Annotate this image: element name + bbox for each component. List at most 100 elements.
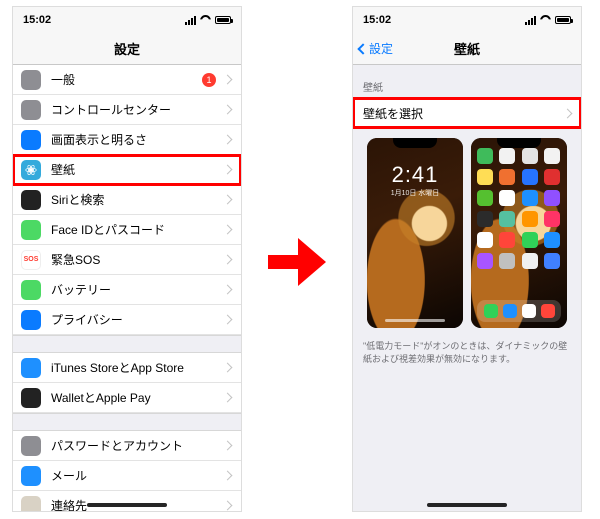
- battery-icon: [215, 16, 231, 24]
- status-indicators: [185, 15, 231, 26]
- settings-row-face[interactable]: Face IDとパスコード: [13, 215, 241, 245]
- phone-settings: 15:02 設定 一般1 コントロールセンター画面表示と明るさ壁紙 Siriと検索 F…: [12, 6, 242, 512]
- settings-row-wallet[interactable]: WalletとApple Pay: [13, 383, 241, 413]
- siri-icon: [21, 190, 41, 210]
- back-label: 設定: [369, 40, 393, 57]
- app-icon: [477, 169, 493, 185]
- signal-icon: [525, 16, 536, 25]
- group-separator: [13, 335, 241, 353]
- settings-row-pass[interactable]: パスワードとアカウント: [13, 431, 241, 461]
- app-icon: [477, 232, 493, 248]
- contacts-icon: [21, 496, 41, 513]
- chevron-right-icon: [223, 225, 233, 235]
- home-indicator: [427, 503, 507, 507]
- app-icon: [544, 211, 560, 227]
- app-icon: [522, 148, 538, 164]
- app-icon: [544, 148, 560, 164]
- dock-app-icon: [484, 304, 498, 318]
- settings-row-appstore[interactable]: iTunes StoreとApp Store: [13, 353, 241, 383]
- settings-row-label: WalletとApple Pay: [51, 389, 224, 406]
- wifi-icon: [540, 15, 551, 26]
- settings-row-label: 壁紙: [51, 161, 224, 178]
- section-header: 壁紙: [353, 65, 581, 98]
- app-icon: [499, 211, 515, 227]
- choose-wallpaper-row[interactable]: 壁紙を選択: [353, 98, 581, 128]
- settings-row-label: Face IDとパスコード: [51, 221, 224, 238]
- chevron-right-icon: [223, 315, 233, 325]
- settings-row-cc[interactable]: コントロールセンター: [13, 95, 241, 125]
- settings-row-label: プライバシー: [51, 311, 224, 328]
- settings-row-priv[interactable]: プライバシー: [13, 305, 241, 335]
- chevron-right-icon: [223, 471, 233, 481]
- sos-icon: SOS: [21, 250, 41, 270]
- dock: [477, 300, 561, 322]
- app-icon: [544, 169, 560, 185]
- wallet-icon: [21, 388, 41, 408]
- app-icon: [522, 211, 538, 227]
- chevron-right-icon: [223, 393, 233, 403]
- lock-clock: 2:41 1月10日 水曜日: [367, 162, 463, 198]
- group-separator: [13, 413, 241, 431]
- settings-row-general[interactable]: 一般1: [13, 65, 241, 95]
- appstore-icon: [21, 358, 41, 378]
- pass-icon: [21, 436, 41, 456]
- status-indicators: [525, 15, 571, 26]
- settings-list-group-2: iTunes StoreとApp Store WalletとApple Pay: [13, 353, 241, 413]
- chevron-right-icon: [223, 363, 233, 373]
- dock-app-icon: [503, 304, 517, 318]
- signal-icon: [185, 16, 196, 25]
- dock-app-icon: [522, 304, 536, 318]
- back-button[interactable]: 設定: [359, 40, 393, 57]
- settings-row-label: メール: [51, 467, 224, 484]
- general-icon: [21, 70, 41, 90]
- settings-list-group-1: 一般1 コントロールセンター画面表示と明るさ壁紙 Siriと検索 Face IDとパス…: [13, 65, 241, 335]
- app-icon: [522, 232, 538, 248]
- settings-row-display[interactable]: 画面表示と明るさ: [13, 125, 241, 155]
- app-icon: [477, 253, 493, 269]
- app-icon: [499, 232, 515, 248]
- chevron-right-icon: [223, 165, 233, 175]
- home-indicator: [87, 503, 167, 507]
- page-title: 設定: [114, 39, 140, 58]
- chevron-right-icon: [223, 75, 233, 85]
- chevron-right-icon: [223, 195, 233, 205]
- status-bar: 15:02: [13, 7, 241, 33]
- status-time: 15:02: [363, 14, 391, 26]
- wall-icon: [21, 160, 41, 180]
- home-screen-preview[interactable]: [471, 138, 567, 328]
- settings-row-label: 画面表示と明るさ: [51, 131, 224, 148]
- settings-row-label: バッテリー: [51, 281, 224, 298]
- arrow-icon: [268, 238, 328, 286]
- lock-time: 2:41: [367, 162, 463, 188]
- status-bar: 15:02: [353, 7, 581, 33]
- settings-row-contacts[interactable]: 連絡先: [13, 491, 241, 512]
- app-grid: [477, 148, 561, 269]
- priv-icon: [21, 310, 41, 330]
- lock-screen-preview[interactable]: 2:41 1月10日 水曜日: [367, 138, 463, 328]
- settings-row-mail[interactable]: メール: [13, 461, 241, 491]
- settings-row-batt[interactable]: バッテリー: [13, 275, 241, 305]
- app-icon: [544, 253, 560, 269]
- display-icon: [21, 130, 41, 150]
- settings-row-label: コントロールセンター: [51, 101, 224, 118]
- lock-date: 1月10日 水曜日: [367, 188, 463, 198]
- wallpaper-previews: 2:41 1月10日 水曜日: [353, 128, 581, 334]
- app-icon: [544, 190, 560, 206]
- face-icon: [21, 220, 41, 240]
- app-icon: [522, 169, 538, 185]
- chevron-right-icon: [223, 255, 233, 265]
- settings-row-label: 一般: [51, 71, 202, 88]
- nav-bar: 設定: [13, 33, 241, 65]
- settings-row-wall[interactable]: 壁紙: [13, 155, 241, 185]
- app-icon: [522, 190, 538, 206]
- app-icon: [544, 232, 560, 248]
- settings-row-sos[interactable]: SOS緊急SOS: [13, 245, 241, 275]
- chevron-right-icon: [223, 441, 233, 451]
- battery-icon: [555, 16, 571, 24]
- app-icon: [499, 253, 515, 269]
- notch: [497, 138, 541, 148]
- settings-row-label: iTunes StoreとApp Store: [51, 359, 224, 376]
- app-icon: [477, 190, 493, 206]
- app-icon: [477, 148, 493, 164]
- settings-row-siri[interactable]: Siriと検索: [13, 185, 241, 215]
